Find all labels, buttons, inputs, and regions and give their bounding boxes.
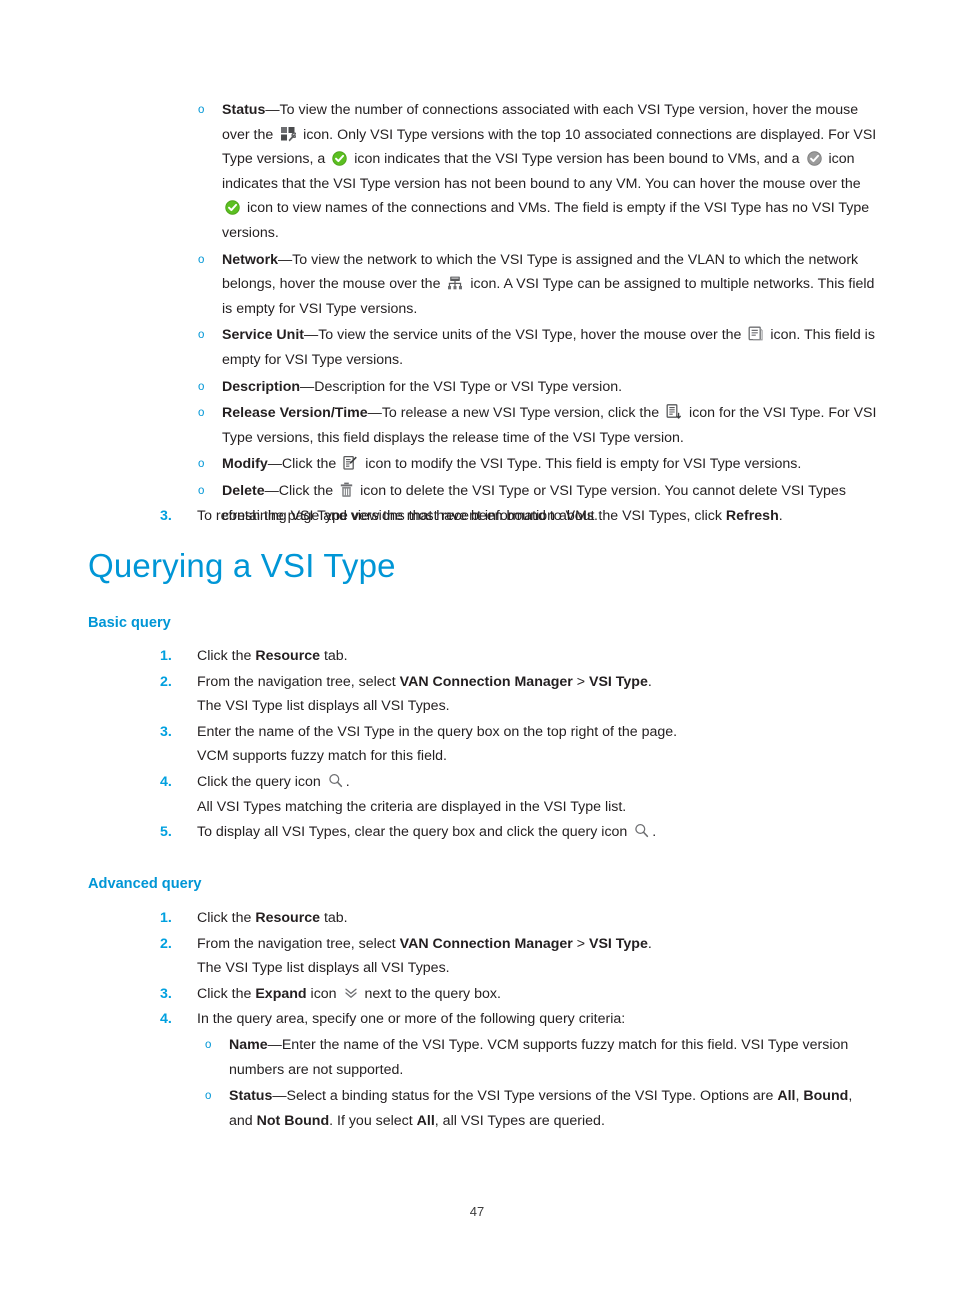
- search-magnifier-icon: [634, 823, 649, 838]
- field-term: Description: [222, 378, 301, 395]
- field-term: Status: [222, 102, 266, 118]
- page-title: Querying a VSI Type: [88, 547, 396, 584]
- step-number: 2.: [160, 673, 172, 690]
- status-blocks-wrench-icon: [280, 126, 297, 142]
- step-number: 3.: [160, 723, 172, 740]
- step-number: 4.: [160, 1011, 172, 1028]
- sub-bullet-item: o Status—To view the number of connection…: [190, 98, 878, 246]
- green-check-circle-icon: [332, 151, 347, 166]
- emphasis-text: Resource: [255, 910, 321, 926]
- emphasis-text: Refresh: [725, 508, 779, 524]
- emphasis-text: Resource: [255, 648, 321, 664]
- step-text: Click the Resource tab.: [197, 910, 348, 926]
- sub-bullet-item: o Status—Select a binding status for the …: [197, 1084, 860, 1133]
- field-term: Modify: [222, 456, 268, 473]
- step-continuation-text: The VSI Type list displays all VSI Types…: [197, 698, 450, 715]
- sub-bullet-item: o Network—To view the network to which th…: [190, 248, 878, 322]
- field-term: Release Version/Time: [222, 405, 368, 422]
- bullet-marker-o: o: [198, 104, 205, 116]
- field-term: Network: [222, 251, 278, 268]
- bullet-marker-o: o: [198, 407, 205, 420]
- status-field-descriptions-list: o Status—To view the number of connection…: [190, 98, 878, 530]
- section-heading-basic-query: Basic query: [88, 615, 171, 631]
- step-continuation-text: VCM supports fuzzy match for this field.: [197, 748, 447, 765]
- step-text: Click the query icon .: [197, 773, 350, 790]
- step-text: To refresh the page and view the most re…: [197, 508, 783, 524]
- sub-bullet-item: o Description—Description for the VSI Typ…: [190, 375, 878, 400]
- step-text: To display all VSI Types, clear the quer…: [197, 823, 657, 841]
- field-term: Status: [229, 1088, 273, 1105]
- emphasis-text: VSI Type: [589, 935, 648, 952]
- bullet-marker-o: o: [205, 1038, 212, 1051]
- numbered-step: 4. Click the query icon . All VSI Types ma…: [160, 770, 860, 819]
- basic-query-steps: 1. Click the Resource tab. 2. From the navi…: [160, 644, 860, 846]
- search-magnifier-icon: [328, 773, 343, 788]
- numbered-step: 3. Enter the name of the VSI Type in the …: [160, 720, 860, 769]
- network-hub-icon: [447, 276, 463, 291]
- sub-bullet-item: o Modify—Click the icon to modify the VSI…: [190, 452, 878, 477]
- numbered-step: 3. Click the Expand icon next to the quer…: [160, 982, 860, 1007]
- emphasis-text: Expand: [255, 985, 307, 1002]
- numbered-step: 2. From the navigation tree, select VAN C…: [160, 670, 860, 719]
- numbered-step: 3. To refresh the page and view the most …: [160, 504, 860, 529]
- step-number: 3.: [160, 985, 172, 1002]
- delete-trash-icon: [340, 482, 353, 498]
- step-text: Click the Resource tab.: [197, 648, 348, 664]
- document-page: o Status—To view the number of connection…: [0, 0, 954, 1296]
- page-number: 47: [469, 1204, 485, 1219]
- bullet-marker-o: o: [198, 329, 205, 342]
- emphasis-text: VSI Type: [589, 673, 648, 690]
- step-continuation-text: All VSI Types matching the criteria are …: [197, 798, 627, 815]
- expand-chevron-down-icon: [344, 987, 358, 999]
- release-version-icon: [666, 404, 682, 420]
- refresh-step-list: 3. To refresh the page and view the most …: [160, 504, 860, 530]
- step-text: From the navigation tree, select VAN Con…: [197, 935, 652, 952]
- numbered-step: 1. Click the Resource tab.: [160, 644, 860, 669]
- emphasis-text: VAN Connection Manager: [399, 673, 573, 690]
- emphasis-text: All: [416, 1112, 435, 1129]
- step-number: 2.: [160, 935, 172, 952]
- emphasis-text: VAN Connection Manager: [399, 935, 573, 952]
- field-term: Delete: [222, 482, 265, 499]
- section-heading-advanced-query: Advanced query: [88, 876, 202, 892]
- step-number: 4.: [160, 773, 172, 790]
- query-criteria-list: o Name—Enter the name of the VSI Type. VC…: [197, 1033, 860, 1133]
- field-term: Service Unit: [222, 327, 305, 344]
- numbered-step: 5. To display all VSI Types, clear the qu…: [160, 820, 860, 845]
- step-text: From the navigation tree, select VAN Con…: [197, 673, 652, 690]
- field-term: Name: [229, 1036, 268, 1053]
- emphasis-text: Not Bound: [256, 1112, 330, 1129]
- gray-check-circle-icon: [806, 151, 822, 166]
- sub-bullet-item: o Name—Enter the name of the VSI Type. VC…: [197, 1033, 860, 1082]
- modify-pencil-icon: [343, 455, 358, 471]
- sub-bullet-item: o Service Unit—To view the service units …: [190, 323, 878, 372]
- step-number: 3.: [160, 508, 172, 524]
- step-number: 1.: [160, 648, 172, 664]
- sub-bullet-item: o Release Version/Time—To release a new V…: [190, 401, 878, 450]
- numbered-step: 2. From the navigation tree, select VAN C…: [160, 932, 860, 981]
- bullet-marker-o: o: [198, 458, 205, 471]
- advanced-query-steps: 1. Click the Resource tab. 2. From the navi…: [160, 906, 860, 1135]
- step-text: Enter the name of the VSI Type in the qu…: [197, 723, 678, 740]
- bullet-marker-o: o: [205, 1090, 212, 1103]
- step-continuation-text: The VSI Type list displays all VSI Types…: [197, 960, 450, 977]
- step-number: 5.: [160, 824, 172, 841]
- numbered-step: 1. Click the Resource tab.: [160, 906, 860, 931]
- service-unit-list-icon: [748, 326, 764, 342]
- emphasis-text: All: [777, 1088, 796, 1105]
- step-number: 1.: [160, 910, 172, 926]
- bullet-marker-o: o: [198, 253, 205, 266]
- emphasis-text: Bound: [803, 1088, 849, 1105]
- green-check-circle-icon: [225, 200, 240, 216]
- step-text: In the query area, specify one or more o…: [197, 1011, 626, 1028]
- bullet-marker-o: o: [198, 484, 205, 497]
- numbered-step: 4. In the query area, specify one or more…: [160, 1007, 860, 1133]
- step-text: Click the Expand icon next to the query …: [197, 985, 501, 1002]
- bullet-marker-o: o: [198, 380, 205, 393]
